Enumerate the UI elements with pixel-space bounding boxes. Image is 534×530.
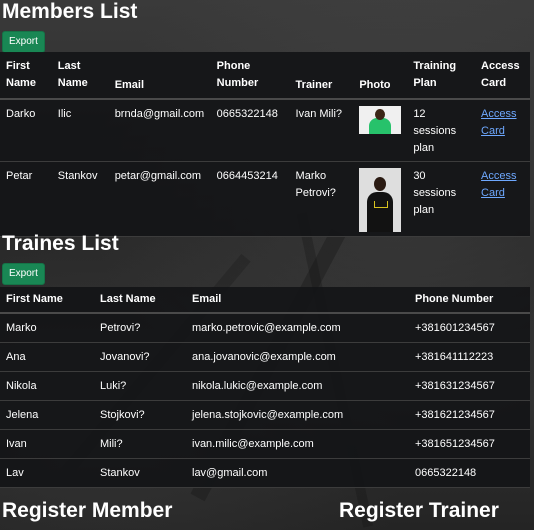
members-table: First Name Last Name Email Phone Number … — [0, 52, 530, 237]
access-card-link[interactable]: Access Card — [481, 108, 516, 137]
col-header-email: Email — [186, 287, 409, 314]
trainer-last-name: Petrovi? — [94, 313, 186, 343]
member-photo — [359, 106, 402, 134]
trainers-table: First Name Last Name Email Phone Number … — [0, 287, 530, 488]
col-header-photo: Photo — [353, 52, 408, 100]
member-last-name: Ilic — [51, 99, 109, 162]
col-header-email: Email — [108, 52, 211, 100]
member-access-card-cell: Access Card — [475, 161, 530, 237]
table-row: Ana Jovanovi? ana.jovanovic@example.com … — [0, 342, 530, 372]
trainer-first-name: Ivan — [0, 429, 94, 459]
member-photo-cell — [353, 161, 408, 237]
trainer-last-name: Mili? — [94, 429, 186, 459]
member-photo-cell — [353, 99, 408, 162]
member-photo — [359, 168, 402, 232]
trainer-first-name: Lav — [0, 458, 94, 488]
col-header-last-name: Last Name — [51, 52, 109, 100]
trainer-email: lav@gmail.com — [186, 458, 409, 488]
col-header-first-name: First Name — [0, 287, 94, 314]
trainers-export-button[interactable]: Export — [2, 263, 45, 285]
members-header-row: First Name Last Name Email Phone Number … — [0, 52, 530, 100]
table-row: Darko Ilic brnda@gmail.com 0665322148 Iv… — [0, 99, 530, 162]
col-header-training-plan: Training Plan — [407, 52, 476, 100]
member-training-plan: 30 sessions plan — [407, 161, 476, 237]
trainer-first-name: Marko — [0, 313, 94, 343]
col-header-phone-number: Phone Number — [409, 287, 530, 314]
table-row: Nikola Luki? nikola.lukic@example.com +3… — [0, 371, 530, 401]
trainer-email: nikola.lukic@example.com — [186, 371, 409, 401]
trainer-phone: +381601234567 — [409, 313, 530, 343]
trainers-list-title: Traines List — [2, 232, 119, 255]
trainer-email: ana.jovanovic@example.com — [186, 342, 409, 372]
member-phone: 0664453214 — [210, 161, 290, 237]
member-email: petar@gmail.com — [108, 161, 211, 237]
trainer-phone: +381651234567 — [409, 429, 530, 459]
col-header-access-card: Access Card — [475, 52, 530, 100]
member-first-name: Darko — [0, 99, 52, 162]
members-export-button[interactable]: Export — [2, 31, 45, 53]
trainer-email: ivan.milic@example.com — [186, 429, 409, 459]
trainers-header-row: First Name Last Name Email Phone Number — [0, 287, 530, 314]
table-row: Lav Stankov lav@gmail.com 0665322148 — [0, 458, 530, 488]
trainer-email: jelena.stojkovic@example.com — [186, 400, 409, 430]
col-header-last-name: Last Name — [94, 287, 186, 314]
trainer-last-name: Stojkovi? — [94, 400, 186, 430]
trainer-last-name: Luki? — [94, 371, 186, 401]
register-member-title: Register Member — [2, 499, 173, 522]
trainer-first-name: Jelena — [0, 400, 94, 430]
member-first-name: Petar — [0, 161, 52, 237]
trainer-phone: +381621234567 — [409, 400, 530, 430]
trainer-first-name: Nikola — [0, 371, 94, 401]
member-phone: 0665322148 — [210, 99, 290, 162]
col-header-first-name: First Name — [0, 52, 52, 100]
member-email: brnda@gmail.com — [108, 99, 211, 162]
member-trainer: Ivan Mili? — [289, 99, 354, 162]
register-trainer-title: Register Trainer — [339, 499, 499, 522]
members-list-title: Members List — [2, 0, 138, 23]
table-row: Jelena Stojkovi? jelena.stojkovic@exampl… — [0, 400, 530, 430]
trainer-last-name: Stankov — [94, 458, 186, 488]
trainer-email: marko.petrovic@example.com — [186, 313, 409, 343]
table-row: Marko Petrovi? marko.petrovic@example.co… — [0, 313, 530, 343]
table-row: Ivan Mili? ivan.milic@example.com +38165… — [0, 429, 530, 459]
col-header-phone-number: Phone Number — [210, 52, 290, 100]
member-access-card-cell: Access Card — [475, 99, 530, 162]
member-training-plan: 12 sessions plan — [407, 99, 476, 162]
trainer-phone: 0665322148 — [409, 458, 530, 488]
access-card-link[interactable]: Access Card — [481, 170, 516, 199]
table-row: Petar Stankov petar@gmail.com 0664453214… — [0, 161, 530, 237]
trainer-phone: +381641112223 — [409, 342, 530, 372]
member-trainer: Marko Petrovi? — [289, 161, 354, 237]
trainer-phone: +381631234567 — [409, 371, 530, 401]
member-last-name: Stankov — [51, 161, 109, 237]
trainer-last-name: Jovanovi? — [94, 342, 186, 372]
trainer-first-name: Ana — [0, 342, 94, 372]
col-header-trainer: Trainer — [289, 52, 354, 100]
